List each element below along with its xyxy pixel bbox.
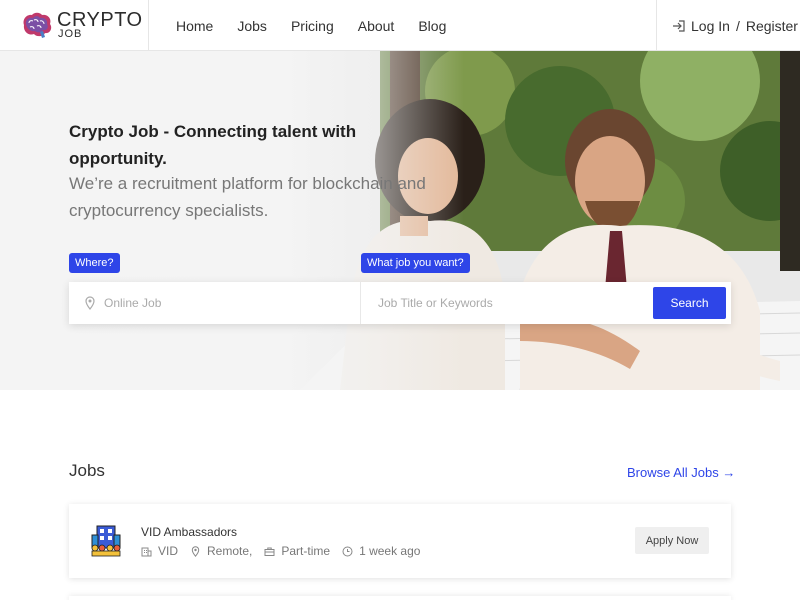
- site-header: CRYPTO JOB Home Jobs Pricing About Blog …: [0, 0, 800, 51]
- job-search-form: Search: [69, 282, 731, 324]
- hero-section: Crypto Job - Connecting talent with oppo…: [0, 51, 800, 390]
- browse-all-jobs-link[interactable]: Browse All Jobs →: [627, 465, 735, 480]
- company-name: VID: [158, 544, 179, 558]
- job-title[interactable]: VID Ambassadors: [141, 525, 237, 539]
- briefcase-icon: [264, 547, 275, 556]
- where-label: Where?: [69, 253, 120, 273]
- site-logo[interactable]: CRYPTO JOB: [20, 8, 142, 42]
- location-text: Remote,: [207, 544, 253, 558]
- auth-links: Log In / Register: [672, 0, 798, 51]
- auth-separator: /: [735, 17, 740, 34]
- header-divider: [148, 0, 149, 51]
- nav-item-blog[interactable]: Blog: [418, 18, 446, 34]
- keyword-input[interactable]: [378, 296, 638, 310]
- job-meta: VID Remote, Part-time 1 week ago: [141, 544, 432, 558]
- hero-title: Crypto Job - Connecting talent with oppo…: [69, 122, 357, 168]
- main-nav: Home Jobs Pricing About Blog: [164, 0, 458, 51]
- register-link[interactable]: Register: [746, 18, 798, 34]
- location-pin-icon: [191, 545, 200, 557]
- logo-text-sub: JOB: [58, 28, 83, 40]
- building-icon: [141, 547, 152, 556]
- jobs-heading: Jobs: [69, 461, 105, 480]
- header-divider: [656, 0, 657, 51]
- nav-item-pricing[interactable]: Pricing: [291, 18, 334, 34]
- job-location: Remote,: [190, 544, 252, 558]
- apply-now-button[interactable]: Apply Now: [635, 527, 709, 554]
- job-card[interactable]: [69, 596, 731, 600]
- nav-item-about[interactable]: About: [358, 18, 395, 34]
- job-type: Part-time: [264, 544, 330, 558]
- login-link[interactable]: Log In: [691, 18, 730, 34]
- location-pin-icon: [85, 296, 95, 310]
- job-type-text: Part-time: [281, 544, 331, 558]
- nav-item-jobs[interactable]: Jobs: [237, 18, 267, 34]
- job-card[interactable]: VID Ambassadors VID Remote, Part-time 1 …: [69, 504, 731, 578]
- keyword-field: [362, 282, 652, 324]
- what-job-label: What job you want?: [361, 253, 470, 273]
- job-company: VID: [141, 544, 178, 558]
- nav-item-home[interactable]: Home: [176, 18, 213, 34]
- search-button[interactable]: Search: [653, 287, 726, 319]
- clock-icon: [342, 546, 353, 556]
- login-icon: [673, 19, 685, 32]
- location-input[interactable]: [104, 296, 344, 310]
- job-posted: 1 week ago: [342, 544, 420, 558]
- brain-logo-icon: [23, 12, 52, 38]
- posted-time: 1 week ago: [359, 544, 421, 558]
- location-field: [69, 282, 361, 324]
- hero-subtitle: We’re a recruitment platform for blockch…: [69, 174, 426, 220]
- company-logo-icon: [91, 525, 121, 557]
